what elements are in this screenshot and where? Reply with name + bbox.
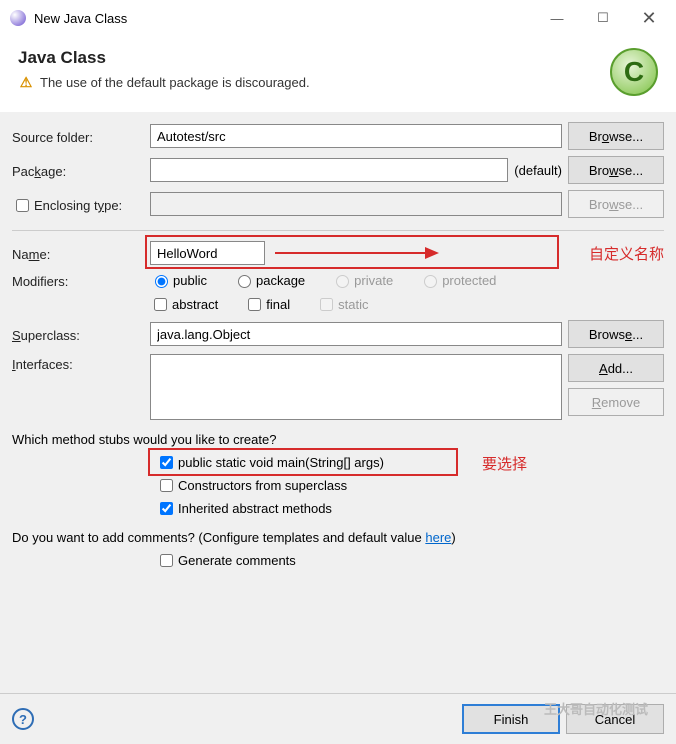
arrow-icon [275,247,571,259]
page-title: Java Class [18,48,610,68]
name-input[interactable] [150,241,265,265]
constructors-label: Constructors from superclass [178,478,347,493]
annotation-name-note: 自定义名称 [589,243,664,264]
body: Source folder: Browse... Package: (defau… [0,112,676,693]
window-title: New Java Class [34,11,534,26]
warning-icon: ⚠ [18,74,34,90]
interfaces-list[interactable] [150,354,562,420]
radio-package[interactable]: package [233,272,305,288]
checkbox-abstract[interactable]: abstract [150,295,218,314]
browse-package-button[interactable]: Browse... [568,156,664,184]
package-label: Package: [12,161,150,179]
class-icon: C [610,48,658,96]
radio-public[interactable]: public [150,272,207,288]
enclosing-type-label: Enclosing type: [12,193,150,215]
comments-question: Do you want to add comments? (Configure … [12,530,664,545]
here-link[interactable]: here [425,530,451,545]
name-label: Name: [12,244,150,262]
stubs-question: Which method stubs would you like to cre… [12,432,664,447]
browse-source-button[interactable]: Browse... [568,122,664,150]
superclass-label: Superclass: [12,325,150,343]
checkbox-static: static [316,295,368,314]
generate-comments-label: Generate comments [178,553,296,568]
minimize-button[interactable]: — [534,3,580,33]
titlebar: New Java Class — ☐ ✕ [0,0,676,36]
inherited-label: Inherited abstract methods [178,501,332,516]
help-icon[interactable]: ? [12,708,34,730]
modifiers-label: Modifiers: [12,271,150,289]
annotation-stub-note: 要选择 [482,453,527,474]
remove-interface-button: Remove [568,388,664,416]
browse-enclosing-button: Browse... [568,190,664,218]
checkbox-final[interactable]: final [244,295,290,314]
package-input[interactable] [150,158,508,182]
main-method-label: public static void main(String[] args) [178,455,384,470]
warning-text: The use of the default package is discou… [40,75,310,90]
close-button[interactable]: ✕ [626,3,672,33]
radio-private: private [331,272,393,288]
superclass-input[interactable] [150,322,562,346]
checkbox-inherited[interactable] [160,502,173,515]
default-indicator: (default) [514,163,562,178]
enclosing-type-checkbox[interactable] [16,199,29,212]
maximize-button[interactable]: ☐ [580,3,626,33]
checkbox-constructors[interactable] [160,479,173,492]
checkbox-generate-comments[interactable] [160,554,173,567]
watermark: 王大哥自动化测试 [544,699,648,718]
footer: ? Finish Cancel 王大哥自动化测试 [0,693,676,744]
browse-superclass-button[interactable]: Browse... [568,320,664,348]
interfaces-label: Interfaces: [12,354,150,372]
enclosing-type-input [150,192,562,216]
source-folder-label: Source folder: [12,127,150,145]
header: Java Class ⚠ The use of the default pack… [0,36,676,112]
radio-protected: protected [419,272,496,288]
eclipse-icon [10,10,26,26]
checkbox-main-method[interactable] [160,456,173,469]
separator [12,230,664,231]
add-interface-button[interactable]: Add... [568,354,664,382]
warning-row: ⚠ The use of the default package is disc… [18,74,610,90]
source-folder-input[interactable] [150,124,562,148]
